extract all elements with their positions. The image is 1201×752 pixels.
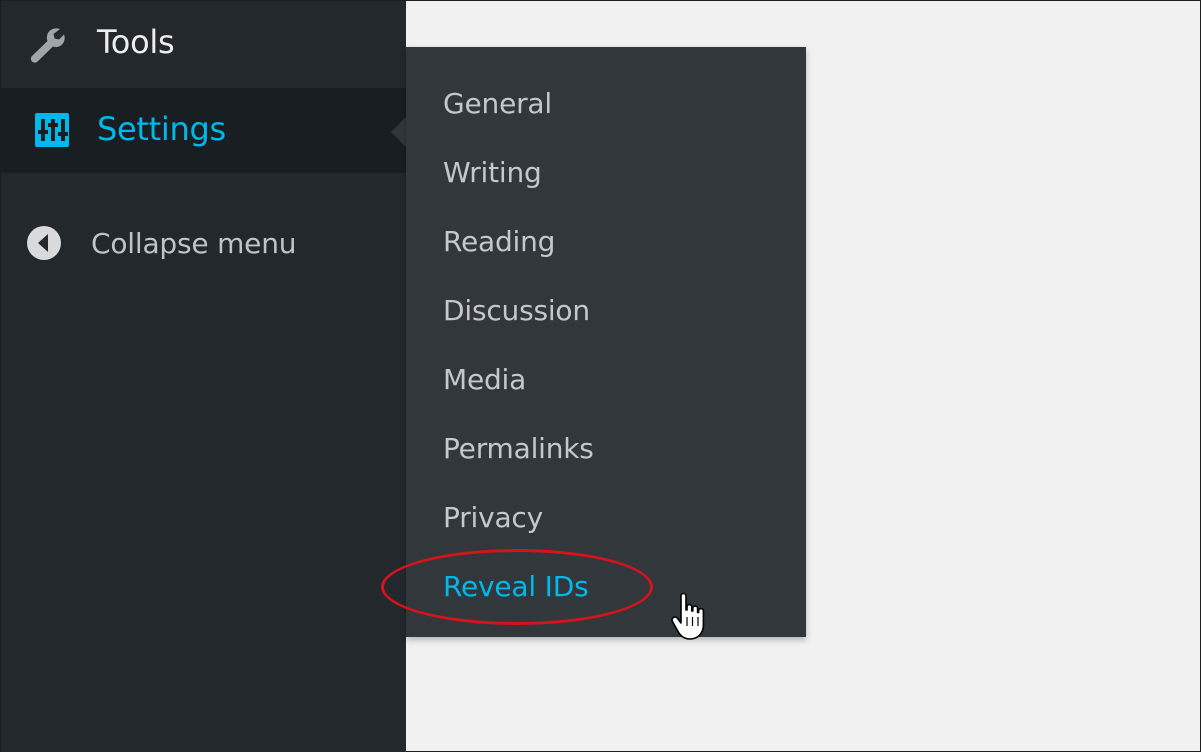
admin-sidebar: Tools Settings Collapse menu — [1, 1, 406, 752]
submenu-item-media[interactable]: Media — [443, 351, 783, 407]
submenu-item-permalinks[interactable]: Permalinks — [443, 420, 783, 476]
sidebar-item-tools[interactable]: Tools — [1, 1, 406, 88]
flyout-pointer — [391, 116, 407, 148]
submenu-item-discussion[interactable]: Discussion — [443, 282, 783, 338]
admin-window: Tools Settings Collapse menu General Wri… — [0, 0, 1201, 752]
settings-submenu: General Writing Reading Discussion Media… — [406, 47, 806, 637]
wrench-icon — [27, 25, 67, 65]
submenu-item-writing[interactable]: Writing — [443, 144, 783, 200]
sidebar-item-settings[interactable]: Settings — [1, 88, 406, 173]
sidebar-item-label: Collapse menu — [91, 227, 297, 260]
submenu-item-general[interactable]: General — [443, 75, 783, 131]
submenu-item-reveal-ids[interactable]: Reveal IDs — [443, 558, 783, 614]
sidebar-item-label: Tools — [97, 23, 175, 61]
submenu-item-privacy[interactable]: Privacy — [443, 489, 783, 545]
hand-cursor-icon — [669, 592, 709, 641]
submenu-item-reading[interactable]: Reading — [443, 213, 783, 269]
sidebar-item-label: Settings — [97, 110, 226, 148]
collapse-menu-button[interactable]: Collapse menu — [1, 201, 406, 289]
sliders-icon — [34, 112, 70, 148]
collapse-arrow-icon — [24, 223, 64, 263]
